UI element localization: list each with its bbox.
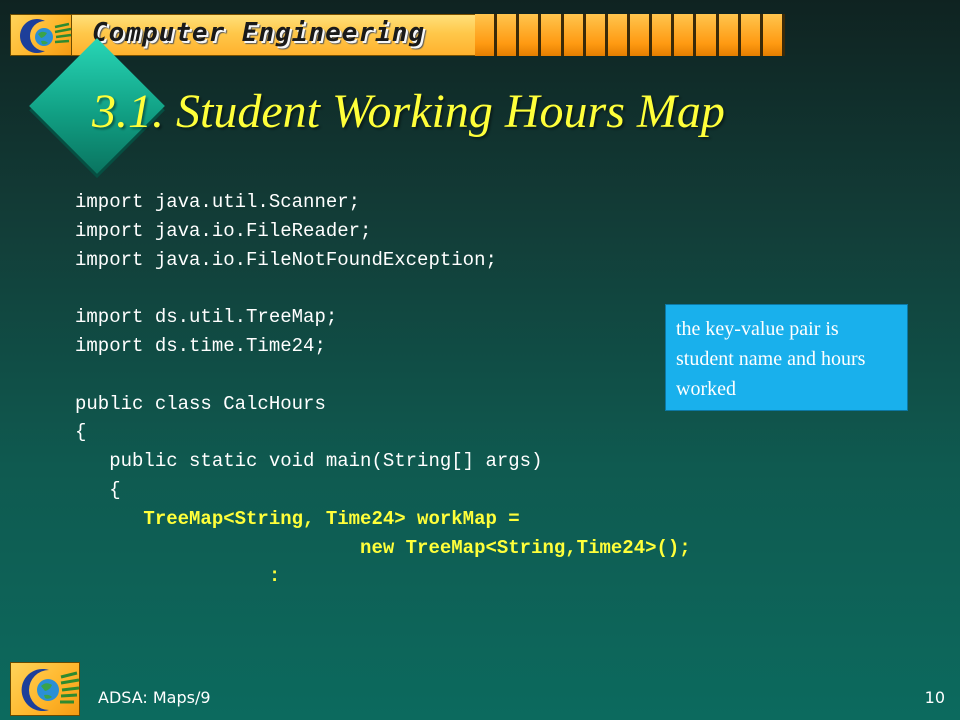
banner-cell [519,14,542,56]
header-banner: Computer Engineering [10,14,785,56]
code-line: { [75,478,121,501]
code-line: TreeMap<String, Time24> workMap = [75,507,520,530]
banner-cell [674,14,697,56]
banner-cell [563,14,586,56]
banner-cell [585,14,608,56]
globe-icon [10,14,72,56]
banner-cell [696,14,719,56]
banner-cell [629,14,653,56]
banner-cell [541,14,564,56]
footer-label: ADSA: Maps/9 [98,688,211,707]
callout-note: the key-value pair is student name and h… [665,304,908,411]
code-line: { [75,421,87,444]
globe-icon [10,662,80,716]
code-line: import java.util.Scanner; [75,191,361,213]
code-line: import ds.util.TreeMap; [75,306,338,329]
banner-title-box: Computer Engineering [72,14,475,56]
code-line: : [75,565,281,588]
code-line: public class CalcHours [75,392,326,415]
code-line: import ds.time.Time24; [75,334,326,357]
code-line: new TreeMap<String,Time24>(); [75,536,691,559]
banner-cell [652,14,675,56]
banner-cell [497,14,520,56]
page-number: 10 [924,688,945,707]
slide-title: 3.1. Student Working Hours Map [92,85,725,138]
banner-cell [762,14,785,56]
code-line: import java.io.FileReader; [75,219,372,242]
code-block: import java.util.Scanner; import java.io.… [75,188,691,591]
banner-cell [475,14,498,56]
banner-title: Computer Engineering [92,18,426,48]
code-line: public static void main(String[] args) [75,450,543,473]
banner-decoration [475,14,785,56]
code-line: import java.io.FileNotFoundException; [75,248,497,271]
banner-cell [607,14,630,56]
banner-cell [740,14,763,56]
banner-cell [718,14,741,56]
